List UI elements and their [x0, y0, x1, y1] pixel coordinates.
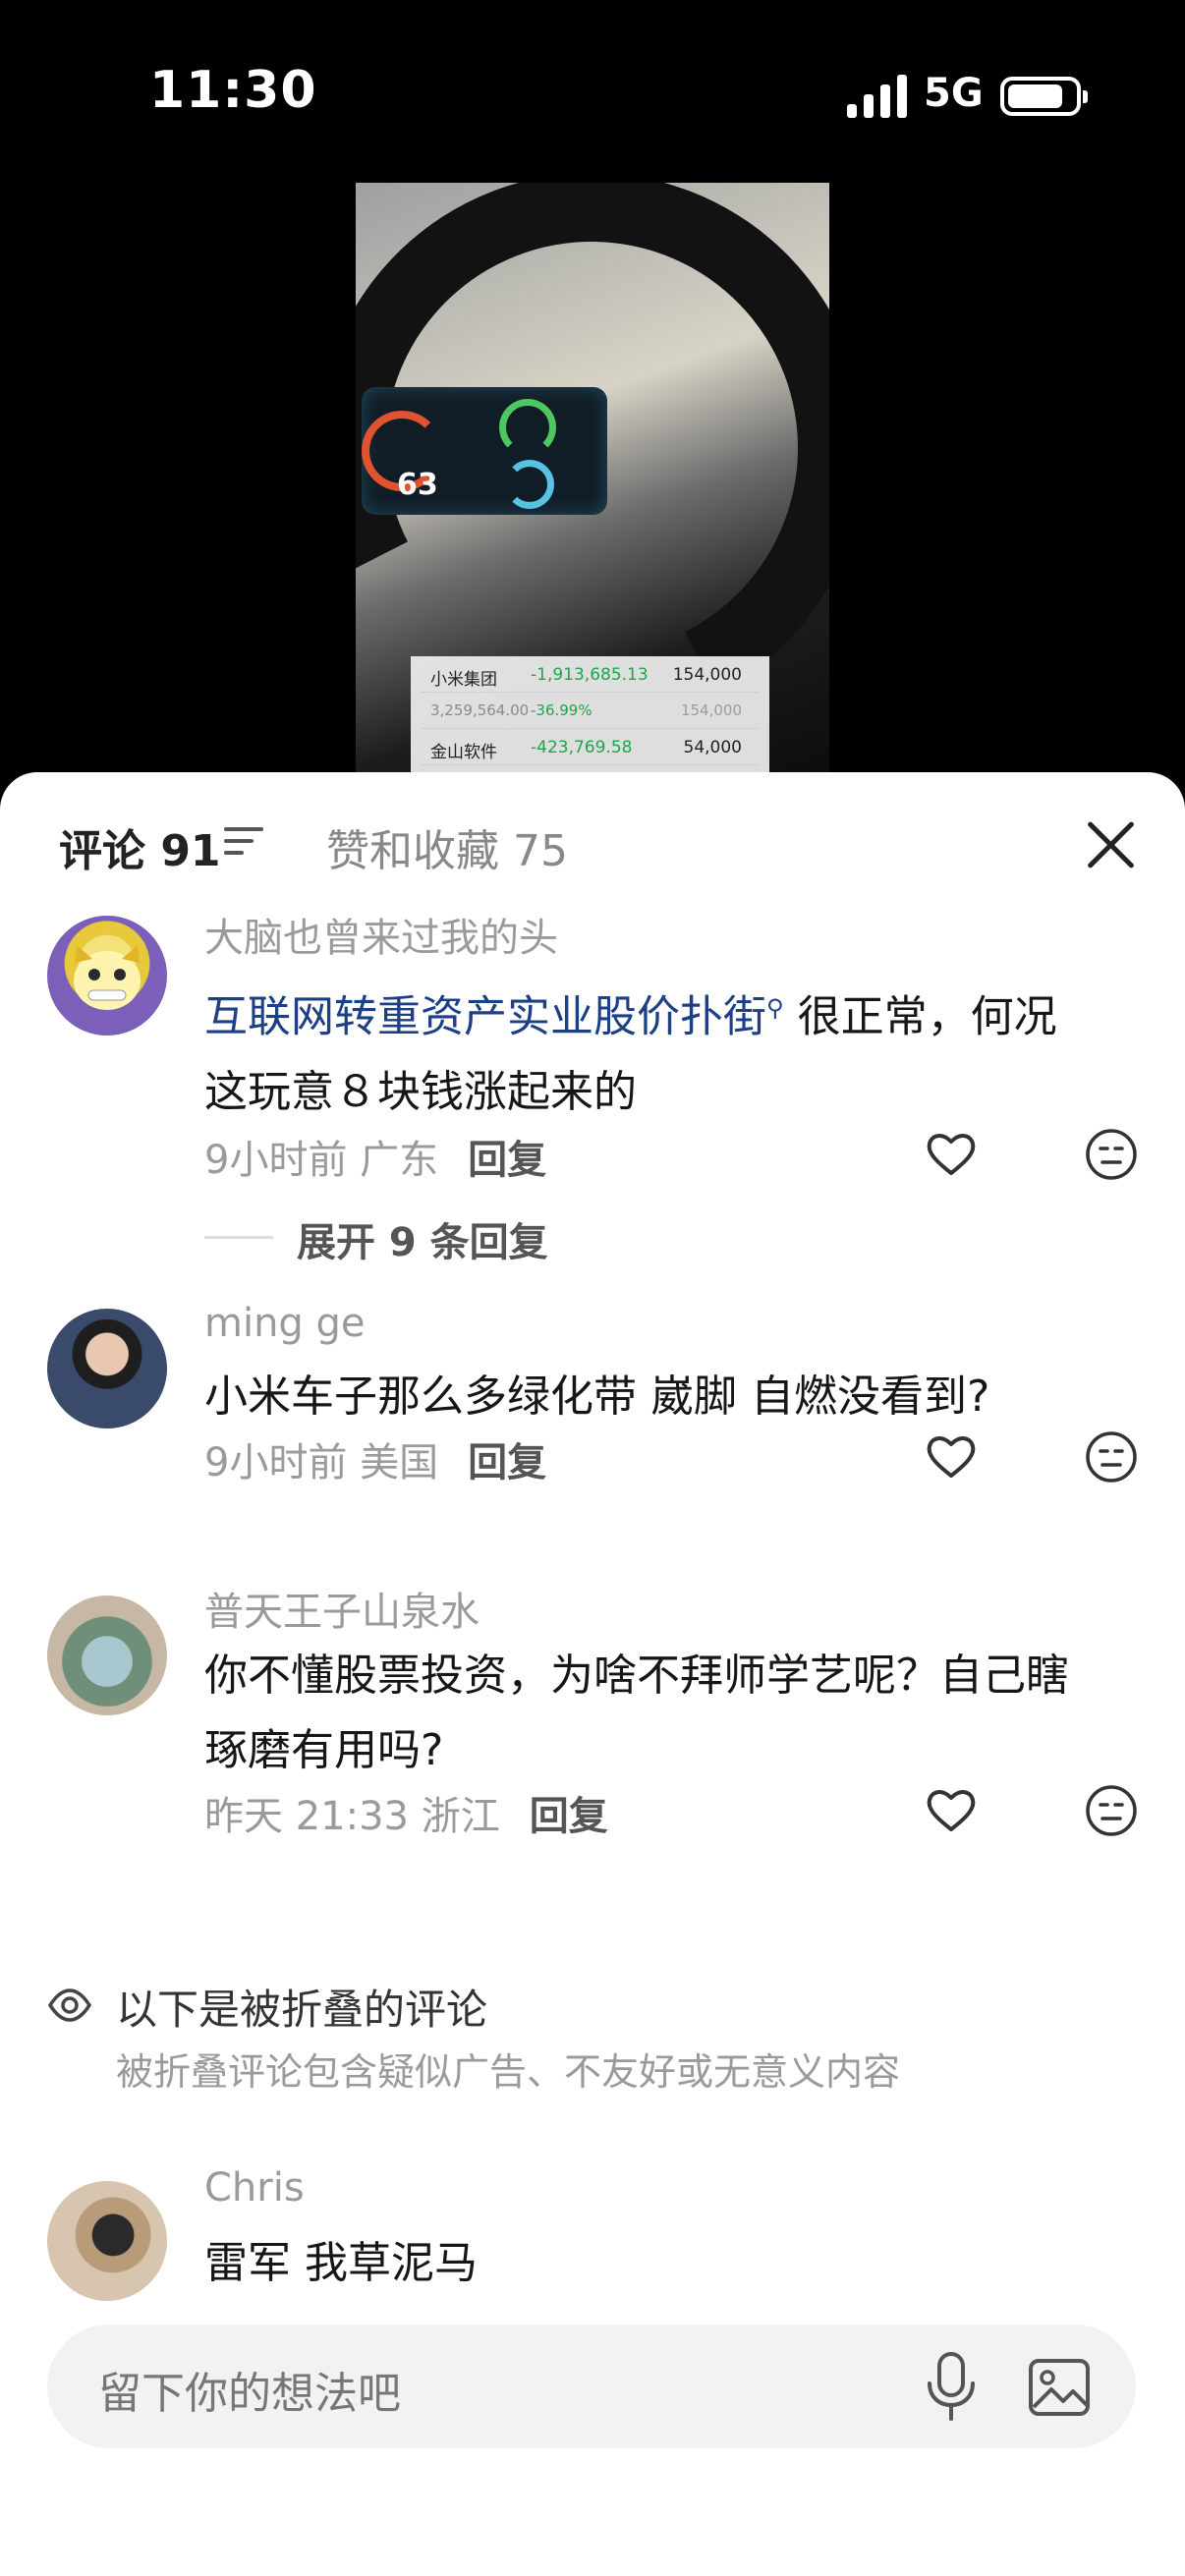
- power-gauge: [505, 460, 554, 509]
- comment-text-part: 琢磨有用吗?: [204, 1725, 444, 1775]
- comment-text-part: 很正常，何况: [783, 991, 1057, 1042]
- sort-icon[interactable]: [224, 827, 265, 857]
- comment-meta: 昨天 21:33 浙江 回复: [204, 1784, 608, 1841]
- dislike-face-icon[interactable]: [1085, 1430, 1138, 1484]
- stock-row: 3,259,564.00 -36.99% 154,000: [421, 693, 760, 729]
- avatar[interactable]: [47, 1596, 167, 1715]
- heart-icon[interactable]: [922, 1124, 981, 1183]
- stock-change: -1,913,685.13: [531, 665, 649, 685]
- image-icon[interactable]: [1028, 2358, 1091, 2417]
- comment-text-part: 你不懂股票投资，为啥不拜师学艺呢？自己瞎: [204, 1651, 1069, 1701]
- tab-comments[interactable]: 评论 91: [59, 815, 221, 878]
- comment-meta: 9小时前 美国 回复: [204, 1430, 546, 1487]
- speed-readout: 63: [397, 468, 438, 502]
- avatar-cartoon-icon: [74, 945, 141, 1010]
- comment-text: 小米车子那么多绿化带 崴脚 自燃没看到?: [204, 1372, 990, 1422]
- comment-author[interactable]: ming ge: [204, 1301, 366, 1346]
- comment-text-part: 这玩意８块钱涨起来的: [204, 1066, 637, 1117]
- comment-time-location: 9小时前 广东: [204, 1138, 439, 1183]
- stock-name: 小米集团: [430, 670, 497, 690]
- stock-name: 金山软件: [430, 743, 497, 762]
- folded-title: 以下是被折叠的评论: [116, 1986, 488, 2034]
- comment-text: 你不懂股票投资，为啥不拜师学艺呢？自己瞎 琢磨有用吗?: [204, 1639, 1148, 1788]
- comment-time-location: 昨天 21:33 浙江: [204, 1794, 500, 1839]
- battery-icon: [1000, 77, 1088, 116]
- video-preview[interactable]: 63 小米集团 -1,913,685.13 154,000 3,259,564.…: [356, 183, 829, 792]
- close-button[interactable]: [1083, 817, 1138, 872]
- stock-shares: 154,000: [680, 701, 742, 719]
- expand-replies-button[interactable]: 展开 9 条回复: [297, 1210, 548, 1267]
- comment-sheet: 评论 91 赞和收藏 75 大脑也曾来过我的头 互联网转重资产实业股价扑街⚲ 很…: [0, 772, 1185, 2576]
- network-type: 5G: [924, 71, 984, 116]
- reply-button[interactable]: 回复: [530, 1794, 608, 1839]
- eye-icon: [47, 1988, 92, 2022]
- heart-icon[interactable]: [922, 1780, 981, 1839]
- tab-likes-favorites[interactable]: 赞和收藏 75: [326, 815, 568, 878]
- comment-input[interactable]: 留下你的想法吧: [47, 2324, 1136, 2448]
- stock-change-pct: -36.99%: [531, 701, 592, 719]
- status-bar: 11:30 5G: [0, 0, 1185, 167]
- dislike-face-icon[interactable]: [1085, 1784, 1138, 1837]
- heart-icon[interactable]: [922, 1427, 981, 1485]
- status-time: 11:30: [149, 61, 317, 120]
- search-icon[interactable]: ⚲: [766, 994, 784, 1022]
- stock-change: -423,769.58: [531, 738, 633, 757]
- sheet-tabs: 评论 91 赞和收藏 75: [0, 772, 1185, 910]
- avatar[interactable]: [47, 2181, 167, 2301]
- microphone-icon[interactable]: [922, 2350, 981, 2425]
- stock-row: 小米集团 -1,913,685.13 154,000: [421, 656, 760, 693]
- comment-author[interactable]: 普天王子山泉水: [204, 1580, 480, 1637]
- energy-gauge: [499, 399, 556, 456]
- stock-shares: 54,000: [683, 738, 742, 757]
- signal-icon: [847, 75, 910, 118]
- reply-button[interactable]: 回复: [468, 1138, 546, 1183]
- comment-author[interactable]: 大脑也曾来过我的头: [204, 906, 558, 963]
- comment-meta: 9小时前 广东 回复: [204, 1128, 546, 1185]
- folded-subtitle: 被折叠评论包含疑似广告、不友好或无意义内容: [116, 2050, 901, 2094]
- stock-shares: 154,000: [672, 665, 742, 685]
- divider: [204, 1236, 273, 1239]
- comment-text: 互联网转重资产实业股价扑街⚲ 很正常，何况 这玩意８块钱涨起来的: [204, 971, 1148, 1130]
- dislike-face-icon[interactable]: [1085, 1128, 1138, 1181]
- stock-value: 3,259,564.00: [430, 701, 530, 719]
- comment-input-placeholder: 留下你的想法吧: [98, 2369, 401, 2419]
- comment-text: 雷军 我草泥马: [204, 2238, 478, 2288]
- comment-time-location: 9小时前 美国: [204, 1440, 439, 1485]
- comment-author[interactable]: Chris: [204, 2165, 305, 2211]
- avatar[interactable]: [47, 916, 167, 1036]
- topic-link[interactable]: 互联网转重资产实业股价扑街: [204, 992, 766, 1042]
- instrument-cluster: 63: [362, 387, 607, 515]
- reply-button[interactable]: 回复: [468, 1440, 546, 1485]
- avatar[interactable]: [47, 1309, 167, 1428]
- stock-row: 金山软件 -423,769.58 54,000: [421, 729, 760, 765]
